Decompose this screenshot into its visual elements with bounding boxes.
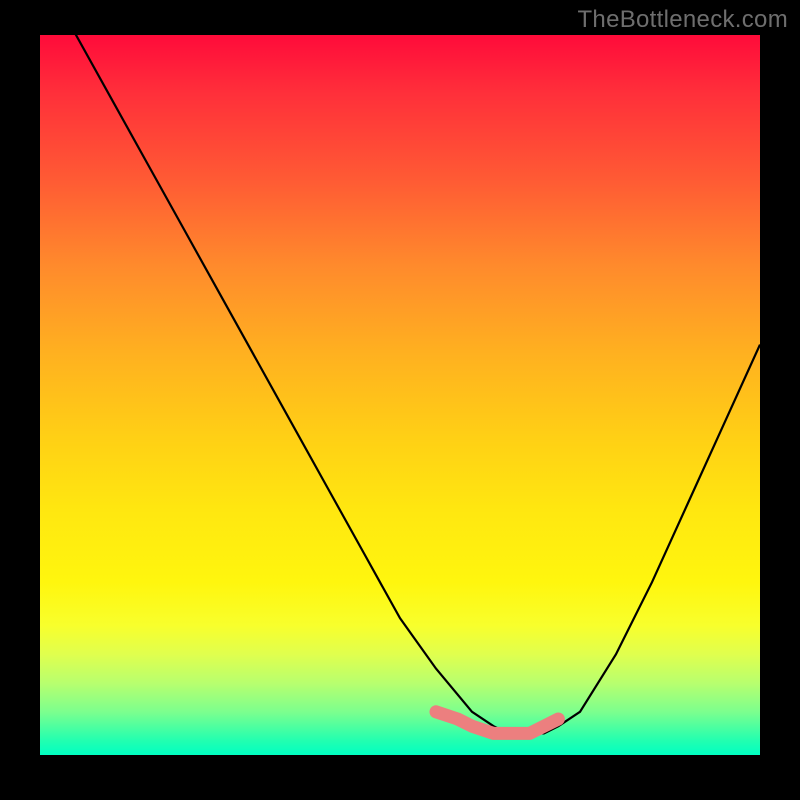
chart-frame: TheBottleneck.com	[0, 0, 800, 800]
curve-svg	[40, 35, 760, 755]
plot-area	[40, 35, 760, 755]
watermark-text: TheBottleneck.com	[577, 6, 788, 34]
optimal-region-path	[436, 712, 558, 734]
bottleneck-curve-path	[40, 35, 760, 733]
